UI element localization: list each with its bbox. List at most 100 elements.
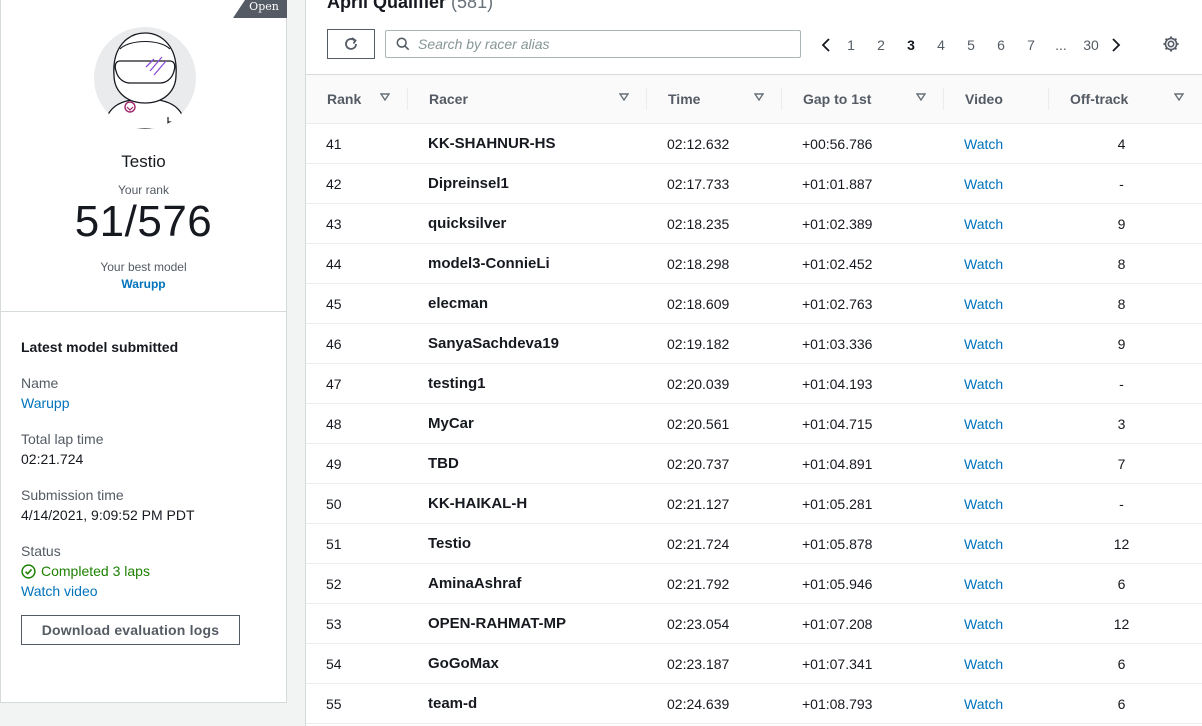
table-row: 47 testing1 02:20.039 +01:04.193 Watch -	[306, 364, 1202, 404]
cell-offtrack: 8	[1117, 255, 1126, 272]
racer-helmet-icon	[103, 32, 187, 129]
cell-racer: MyCar	[428, 415, 474, 432]
watch-link[interactable]: Watch	[944, 696, 1049, 712]
table-row: 49 TBD 02:20.737 +01:04.891 Watch 7	[306, 444, 1202, 484]
cell-time: 02:18.235	[667, 215, 730, 232]
page-1[interactable]: 1	[836, 37, 866, 53]
cell-gap: +01:05.281	[802, 495, 873, 512]
profile-panel: Open Testio Your rank 51/576 Your best m…	[0, 0, 287, 703]
rank-label: Your rank	[118, 183, 169, 197]
pagination: 1 2 3 4 5 6 7 ... 30	[816, 34, 1126, 56]
rank-value: 51/576	[74, 197, 213, 246]
leaderboard-name: April Qualifier	[327, 0, 447, 12]
lap-time-value: 02:21.724	[21, 451, 84, 467]
cell-gap: +01:02.389	[802, 215, 873, 232]
column-gap-label: Gap to 1st	[803, 91, 872, 107]
watch-link[interactable]: Watch	[944, 656, 1049, 672]
gear-icon	[1163, 36, 1179, 52]
sort-icon	[380, 93, 390, 101]
sort-icon	[619, 93, 629, 101]
best-model-link[interactable]: Warupp	[1, 277, 286, 291]
cell-gap: +01:07.341	[802, 655, 873, 672]
column-offtrack[interactable]: Off-track	[1049, 74, 1202, 124]
cell-gap: +01:04.193	[802, 375, 873, 392]
cell-time: 02:20.039	[667, 375, 730, 392]
cell-gap: +01:02.763	[802, 295, 873, 312]
table-row: 46 SanyaSachdeva19 02:19.182 +01:03.336 …	[306, 324, 1202, 364]
next-page-button[interactable]	[1106, 38, 1126, 52]
chevron-left-icon	[821, 38, 830, 52]
check-circle-icon	[21, 563, 36, 579]
column-racer-label: Racer	[429, 91, 468, 107]
cell-racer: testing1	[428, 375, 486, 392]
page-3-current[interactable]: 3	[896, 37, 926, 53]
column-time[interactable]: Time	[647, 74, 782, 124]
watch-link[interactable]: Watch	[944, 216, 1049, 232]
table-settings-button[interactable]	[1162, 35, 1182, 55]
cell-offtrack: 9	[1117, 215, 1126, 232]
column-rank[interactable]: Rank	[306, 74, 408, 124]
cell-gap: +01:05.878	[802, 535, 873, 552]
watch-link[interactable]: Watch	[944, 376, 1049, 392]
cell-rank: 50	[326, 495, 342, 512]
cell-racer: AminaAshraf	[428, 575, 522, 592]
profile-card: Open Testio Your rank 51/576 Your best m…	[1, 0, 287, 312]
page-7[interactable]: 7	[1016, 37, 1046, 53]
watch-link[interactable]: Watch	[944, 136, 1049, 152]
lap-time-label: Total lap time	[21, 431, 104, 447]
sort-icon	[754, 93, 764, 101]
cell-gap: +01:04.715	[802, 415, 873, 432]
watch-link[interactable]: Watch	[944, 336, 1049, 352]
cell-offtrack: -	[1119, 175, 1124, 192]
page-5[interactable]: 5	[956, 37, 986, 53]
cell-racer: OPEN-RAHMAT-MP	[428, 615, 567, 632]
sort-icon	[916, 93, 926, 101]
cell-rank: 53	[326, 615, 342, 632]
best-model-label: Your best model	[100, 260, 187, 274]
search-input[interactable]	[418, 36, 788, 52]
model-name-link[interactable]: Warupp	[21, 393, 271, 413]
watch-link[interactable]: Watch	[944, 576, 1049, 592]
watch-link[interactable]: Watch	[944, 176, 1049, 192]
watch-link[interactable]: Watch	[944, 416, 1049, 432]
watch-link[interactable]: Watch	[944, 456, 1049, 472]
cell-time: 02:21.127	[667, 495, 730, 512]
table-row: 43 quicksilver 02:18.235 +01:02.389 Watc…	[306, 204, 1202, 244]
watch-link[interactable]: Watch	[944, 536, 1049, 552]
download-logs-button[interactable]: Download evaluation logs	[21, 615, 240, 645]
cell-time: 02:19.182	[667, 335, 730, 352]
leaderboard-title: April Qualifier (581)	[327, 0, 493, 13]
refresh-icon	[345, 37, 357, 50]
page-last[interactable]: 30	[1076, 37, 1106, 53]
page-6[interactable]: 6	[986, 37, 1016, 53]
cell-time: 02:23.054	[667, 615, 730, 632]
submission-time-value: 4/14/2021, 9:09:52 PM PDT	[21, 507, 195, 523]
cell-gap: +01:02.452	[802, 255, 873, 272]
watch-link[interactable]: Watch	[944, 616, 1049, 632]
leaderboard-rows: 41 KK-SHAHNUR-HS 02:12.632 +00:56.786 Wa…	[306, 124, 1202, 724]
watch-link[interactable]: Watch	[944, 296, 1049, 312]
prev-page-button[interactable]	[816, 38, 836, 52]
cell-racer: model3-ConnieLi	[428, 255, 550, 272]
cell-gap: +01:03.336	[802, 335, 873, 352]
cell-time: 02:18.609	[667, 295, 730, 312]
column-racer[interactable]: Racer	[408, 74, 647, 124]
status-value: Completed 3 laps	[21, 561, 271, 581]
page-2[interactable]: 2	[866, 37, 896, 53]
cell-rank: 51	[326, 535, 342, 552]
cell-rank: 44	[326, 255, 342, 272]
racer-name: Testio	[121, 152, 166, 171]
cell-offtrack: 9	[1117, 335, 1126, 352]
column-video: Video	[944, 74, 1049, 124]
cell-time: 02:23.187	[667, 655, 730, 672]
watch-link[interactable]: Watch	[944, 256, 1049, 272]
watch-link[interactable]: Watch	[944, 496, 1049, 512]
refresh-button[interactable]	[327, 29, 375, 59]
watch-video-link[interactable]: Watch video	[21, 581, 271, 601]
column-gap[interactable]: Gap to 1st	[782, 74, 944, 124]
table-row: 54 GoGoMax 02:23.187 +01:07.341 Watch 6	[306, 644, 1202, 684]
cell-rank: 48	[326, 415, 342, 432]
page-4[interactable]: 4	[926, 37, 956, 53]
column-time-label: Time	[668, 91, 701, 107]
search-field[interactable]	[385, 30, 801, 58]
